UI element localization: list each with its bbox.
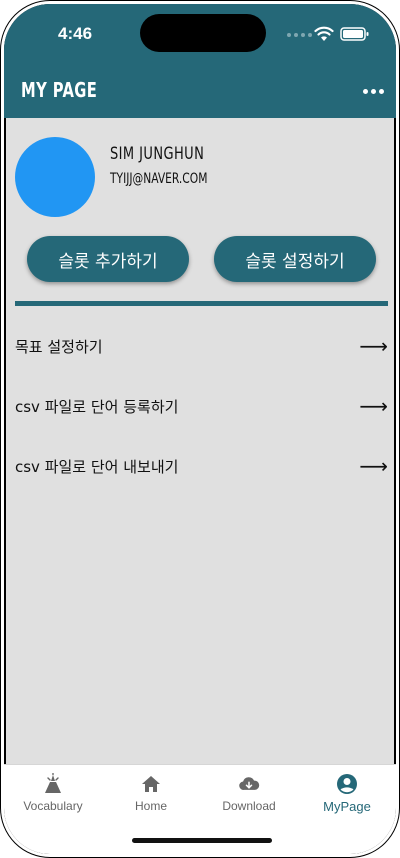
menu-item-label: csv 파일로 단어 내보내기 [15, 457, 179, 476]
section-divider [15, 301, 388, 306]
app-header: 4:46 MY PAGE [4, 4, 396, 118]
profile-email: TYIJJ@NAVER.COM [110, 171, 208, 187]
nav-label: MyPage [323, 799, 371, 814]
screen: 4:46 MY PAGE SIM JUNGHUN TYIJJ@NAVER.COM… [4, 4, 396, 854]
menu-item-csv-import[interactable]: csv 파일로 단어 등록하기 ⟶ [15, 386, 388, 426]
nav-item-mypage[interactable]: MyPage [298, 773, 396, 817]
nav-item-download[interactable]: Download [200, 773, 298, 817]
arrow-right-icon: ⟶ [359, 334, 388, 358]
menu-item-goal-settings[interactable]: 목표 설정하기 ⟶ [15, 326, 388, 366]
nav-item-vocabulary[interactable]: Vocabulary [4, 773, 102, 817]
add-slot-button[interactable]: 슬롯 추가하기 [27, 236, 189, 282]
nav-label: Download [222, 799, 276, 813]
cloud-download-icon [239, 777, 260, 790]
profile-name: SIM JUNGHUN [110, 144, 205, 164]
more-horizontal-icon [362, 88, 368, 94]
nav-label: Home [134, 799, 167, 813]
menu-item-csv-export[interactable]: csv 파일로 단어 내보내기 ⟶ [15, 446, 388, 486]
cellular-signal-icon [287, 33, 312, 37]
wifi-icon [314, 26, 334, 41]
home-icon [142, 776, 160, 792]
nav-item-home[interactable]: Home [102, 773, 200, 817]
slot-settings-button[interactable]: 슬롯 설정하기 [214, 236, 376, 282]
phone-device: 4:46 MY PAGE SIM JUNGHUN TYIJJ@NAVER.COM… [0, 0, 400, 858]
account-circle-icon [337, 774, 357, 794]
dynamic-island [140, 14, 266, 52]
more-options-button[interactable] [360, 82, 386, 100]
avatar [15, 137, 95, 217]
page-title: MY PAGE [21, 78, 98, 102]
menu-item-label: csv 파일로 단어 등록하기 [15, 397, 179, 416]
arrow-right-icon: ⟶ [359, 394, 388, 418]
nav-label: Vocabulary [23, 799, 83, 813]
battery-icon [340, 27, 369, 41]
home-indicator [132, 838, 272, 843]
status-time: 4:46 [58, 24, 93, 43]
arrow-right-icon: ⟶ [359, 454, 388, 478]
vocabulary-icon [45, 773, 61, 793]
menu-item-label: 목표 설정하기 [15, 337, 103, 356]
